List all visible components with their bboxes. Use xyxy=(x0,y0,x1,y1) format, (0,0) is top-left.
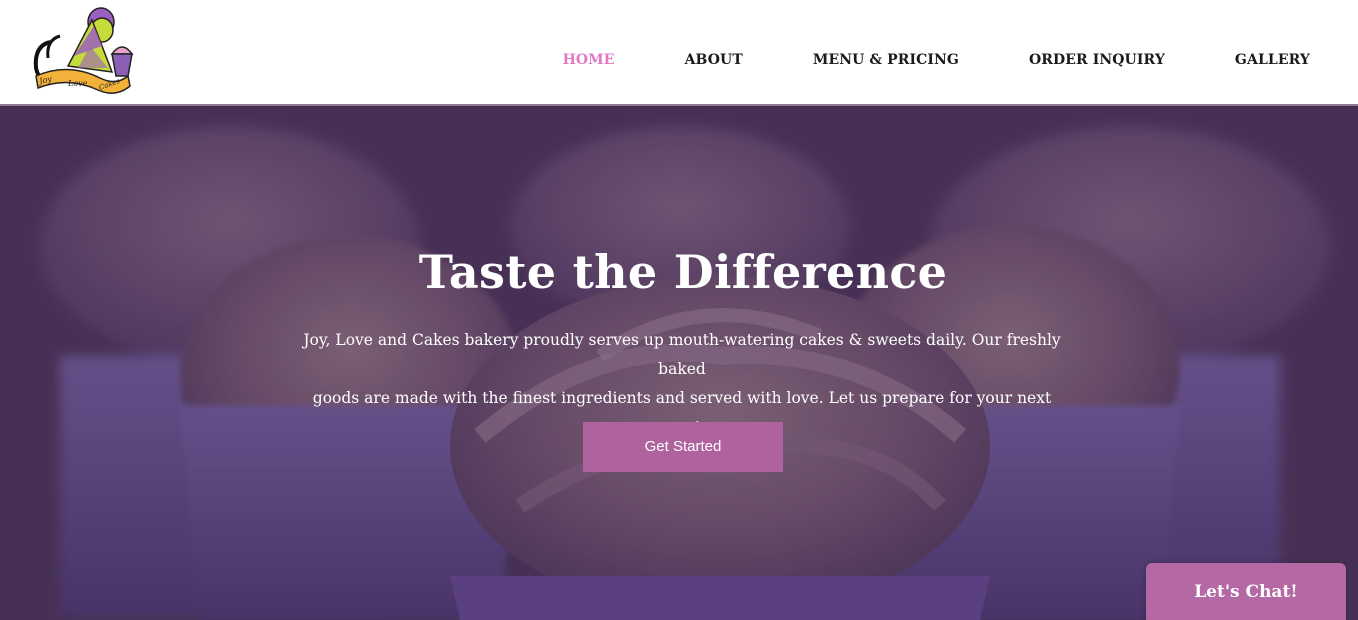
hero-section: Taste the Difference Joy, Love and Cakes… xyxy=(0,106,1358,620)
logo-graphic: Joy Love Cakes xyxy=(33,7,134,94)
svg-text:Love: Love xyxy=(67,79,88,88)
hero-subtitle-line-1: Joy, Love and Cakes bakery proudly serve… xyxy=(303,331,1061,378)
nav-item-menu-pricing[interactable]: MENU & PRICING xyxy=(813,50,959,70)
nav-item-home[interactable]: HOME xyxy=(563,50,615,70)
get-started-button[interactable]: Get Started xyxy=(583,422,783,472)
hero-title: Taste the Difference xyxy=(418,245,948,299)
nav-item-order-inquiry[interactable]: ORDER INQUIRY xyxy=(1029,50,1165,70)
nav-item-about[interactable]: ABOUT xyxy=(685,50,743,70)
site-header: Joy Love Cakes HOME ABOUT MENU & PRICING… xyxy=(0,0,1358,104)
main-nav: HOME ABOUT MENU & PRICING ORDER INQUIRY … xyxy=(563,50,1310,70)
page: Joy Love Cakes HOME ABOUT MENU & PRICING… xyxy=(0,0,1358,620)
site-logo[interactable]: Joy Love Cakes xyxy=(28,6,136,98)
chat-widget-button[interactable]: Let's Chat! xyxy=(1146,563,1346,620)
nav-item-gallery[interactable]: GALLERY xyxy=(1235,50,1310,70)
